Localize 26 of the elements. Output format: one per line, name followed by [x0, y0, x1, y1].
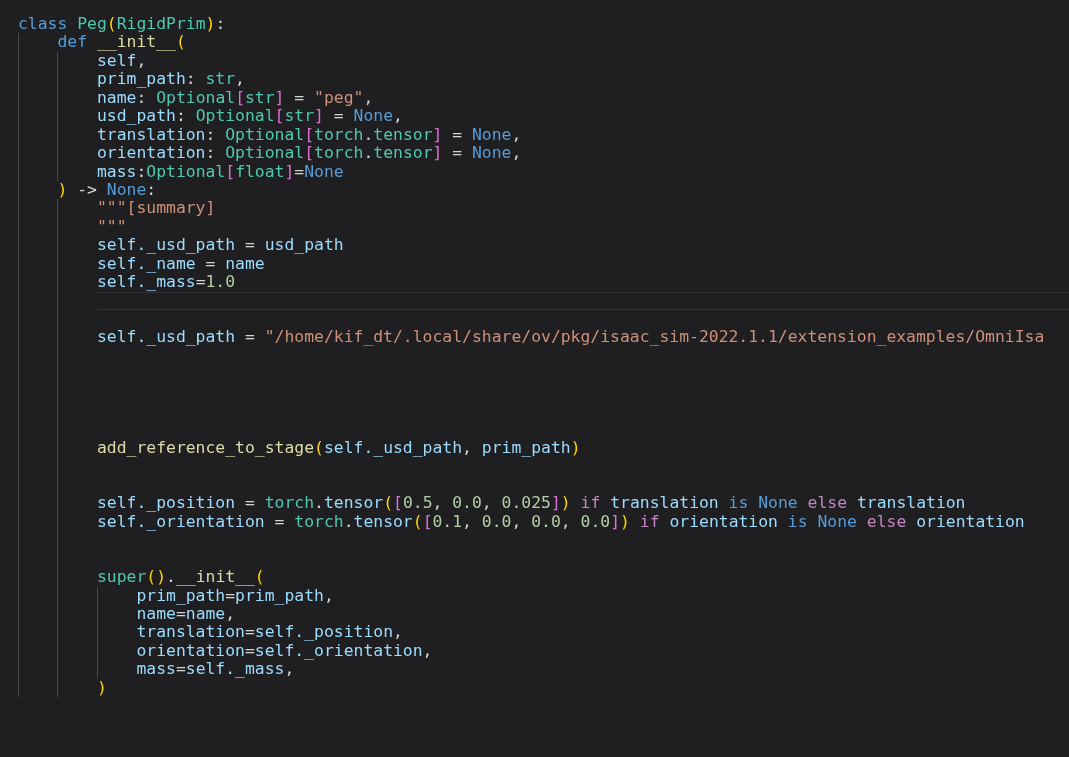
- code-line: name: Optional[str] = "peg",: [96, 88, 374, 108]
- code-line: self._position = torch.tensor([0.5, 0.0, 0.025]) if translation is None else translation: [96, 494, 966, 513]
- code-line: translation: Optional[torch.tensor] = None,: [96, 125, 522, 145]
- code-line: self._name = name: [96, 254, 265, 274]
- code-line: prim_path=prim_path,: [136, 586, 334, 605]
- code-line: def __init__(: [57, 33, 186, 52]
- code-line: mass=self._mass,: [136, 660, 295, 679]
- code-line: ) -> None:: [57, 180, 157, 200]
- code-line: self._usd_path = "/home/kif_dt/.local/share/ov/pkg/isaac_sim-2022.1.1/extension_examples/OmniIsa: [96, 328, 1045, 347]
- code-line: """[summary]: [96, 199, 216, 218]
- code-line: super().__init__(: [96, 568, 265, 587]
- code-line: self._orientation = torch.tensor([0.1, 0.0, 0.0, 0.0]) if orientation is None else orientation: [96, 512, 1025, 532]
- code-line: prim_path: str,: [96, 70, 245, 89]
- code-line: """: [96, 217, 127, 237]
- code-line: ): [96, 678, 107, 698]
- code-line: mass:Optional[float]=None: [96, 162, 344, 181]
- code-line: self._usd_path = usd_path: [96, 236, 344, 255]
- code-line: usd_path: Optional[str] = None,: [96, 107, 403, 126]
- code-line: orientation=self._orientation,: [136, 641, 433, 661]
- code-line: self,: [96, 51, 147, 71]
- code-line: self._mass=1.0: [96, 273, 236, 292]
- code-line: add_reference_to_stage(self._usd_path, prim_path): [96, 439, 581, 458]
- code-line: orientation: Optional[torch.tensor] = None,: [96, 144, 522, 163]
- code-line: class Peg(RigidPrim):: [18, 15, 226, 34]
- code-line: name=name,: [136, 605, 236, 624]
- code-line: translation=self._position,: [136, 623, 403, 642]
